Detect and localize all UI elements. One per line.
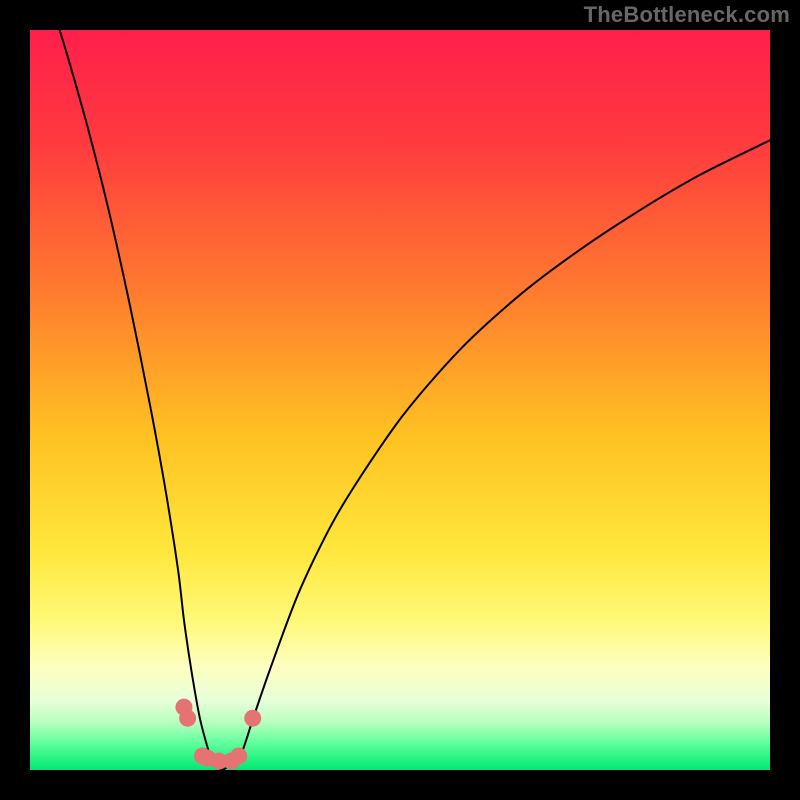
watermark-text: TheBottleneck.com	[584, 2, 790, 28]
data-point-7	[244, 710, 261, 727]
data-point-6	[230, 747, 247, 764]
data-point-1	[179, 710, 196, 727]
gradient-background	[30, 30, 770, 770]
chart-frame: { "watermark": "TheBottleneck.com", "col…	[0, 0, 800, 800]
bottleneck-chart	[0, 0, 800, 800]
